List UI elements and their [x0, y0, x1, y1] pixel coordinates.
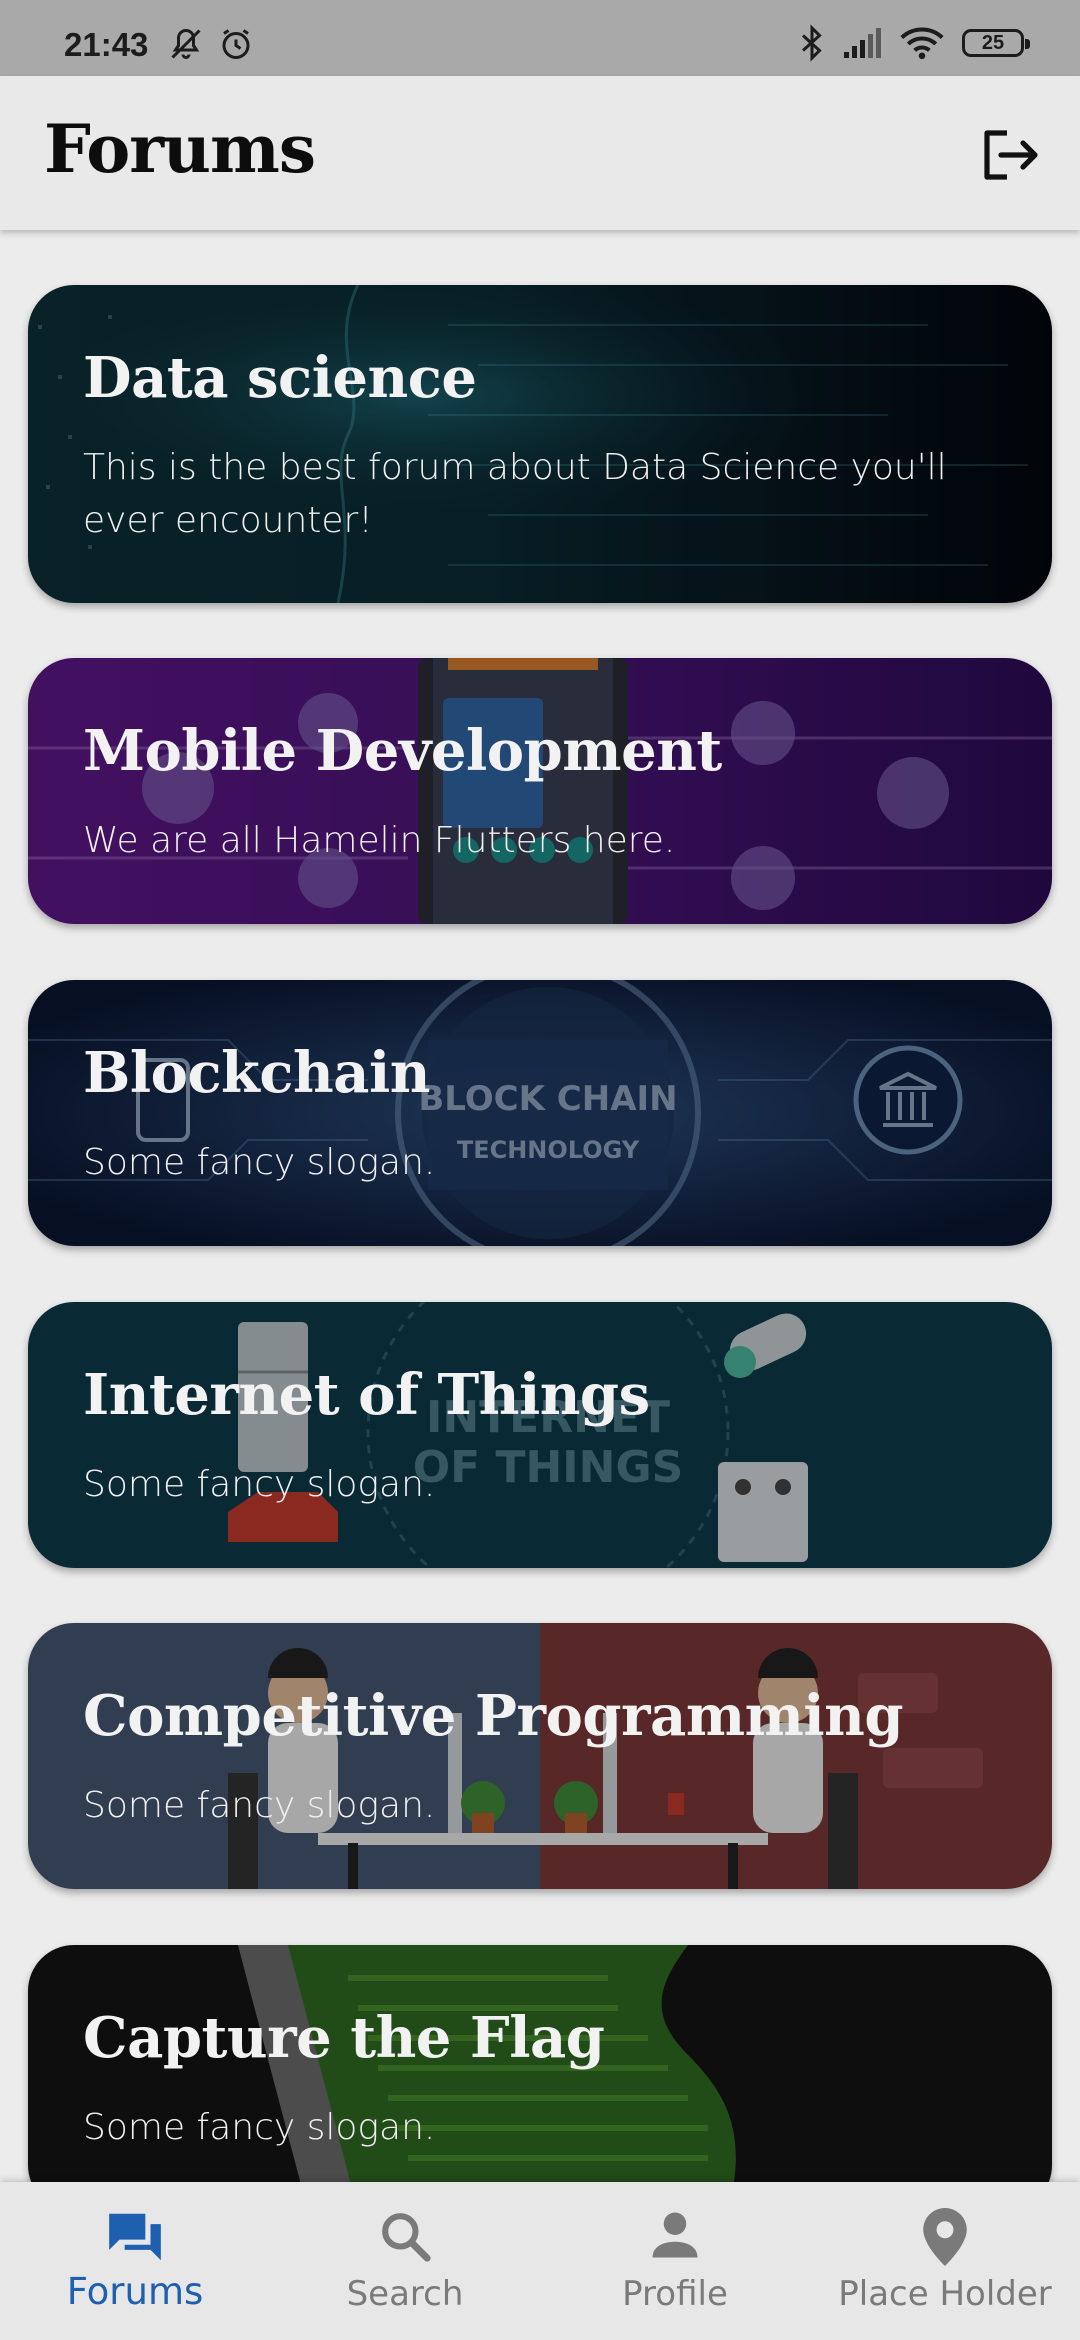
forum-icon	[109, 2213, 161, 2261]
logout-icon	[984, 130, 1038, 180]
nav-label: Place Holder	[838, 2274, 1052, 2314]
nav-item-profile[interactable]: Profile	[540, 2182, 810, 2340]
forum-card-competitive-programming[interactable]: Competitive Programming Some fancy sloga…	[28, 1623, 1052, 1889]
forum-list[interactable]: Data science This is the best forum abou…	[0, 230, 1080, 2182]
location-pin-icon	[923, 2208, 967, 2266]
forum-description: This is the best forum about Data Scienc…	[83, 447, 947, 541]
forum-title: Blockchain	[83, 1040, 430, 1106]
nav-item-search[interactable]: Search	[270, 2182, 540, 2340]
forum-card-capture-the-flag[interactable]: Capture the Flag Some fancy slogan.	[28, 1945, 1052, 2182]
forum-description: Some fancy slogan.	[83, 2107, 436, 2148]
forum-card-data-science[interactable]: Data science This is the best forum abou…	[28, 285, 1052, 603]
mute-icon	[171, 28, 201, 59]
nav-label: Forums	[66, 2270, 204, 2313]
status-time: 21:43	[64, 26, 149, 63]
forum-title: Mobile Development	[83, 718, 722, 784]
forum-card-internet-of-things[interactable]: INTERNET OF THINGS Internet of Things So…	[28, 1302, 1052, 1568]
nav-item-forums[interactable]: Forums	[0, 2182, 270, 2340]
forum-description: We are all Hamelin Flutters here.	[83, 820, 676, 861]
forum-title: Internet of Things	[83, 1362, 650, 1428]
nav-label: Search	[346, 2274, 464, 2314]
forum-description: Some fancy slogan.	[83, 1464, 436, 1505]
battery-icon: 25	[962, 29, 1030, 57]
forum-title: Data science	[83, 345, 477, 411]
page-title: Forums	[44, 110, 316, 188]
wifi-icon	[900, 27, 944, 60]
logout-button[interactable]	[976, 120, 1046, 190]
forum-description: Some fancy slogan.	[83, 1785, 436, 1826]
forum-description: Some fancy slogan.	[83, 1142, 436, 1183]
forum-card-blockchain[interactable]: BLOCK CHAIN TECHNOLOGY Blockchain Some f…	[28, 980, 1052, 1246]
alarm-icon	[222, 29, 250, 59]
nav-label: Profile	[622, 2274, 728, 2314]
bottom-navigation: Forums Search Profile Place Holder	[0, 2182, 1080, 2340]
forum-title: Competitive Programming	[83, 1683, 903, 1749]
signal-icon	[844, 28, 881, 58]
status-bar: 21:43 25	[0, 0, 1080, 76]
app-bar: Forums	[0, 76, 1080, 230]
search-icon	[382, 2213, 431, 2262]
bluetooth-icon	[801, 24, 822, 62]
nav-item-place-holder[interactable]: Place Holder	[810, 2182, 1080, 2340]
battery-level: 25	[981, 31, 1005, 54]
forum-card-mobile-development[interactable]: Mobile Development We are all Hamelin Fl…	[28, 658, 1052, 924]
forum-title: Capture the Flag	[83, 2005, 605, 2071]
person-icon	[652, 2212, 698, 2258]
